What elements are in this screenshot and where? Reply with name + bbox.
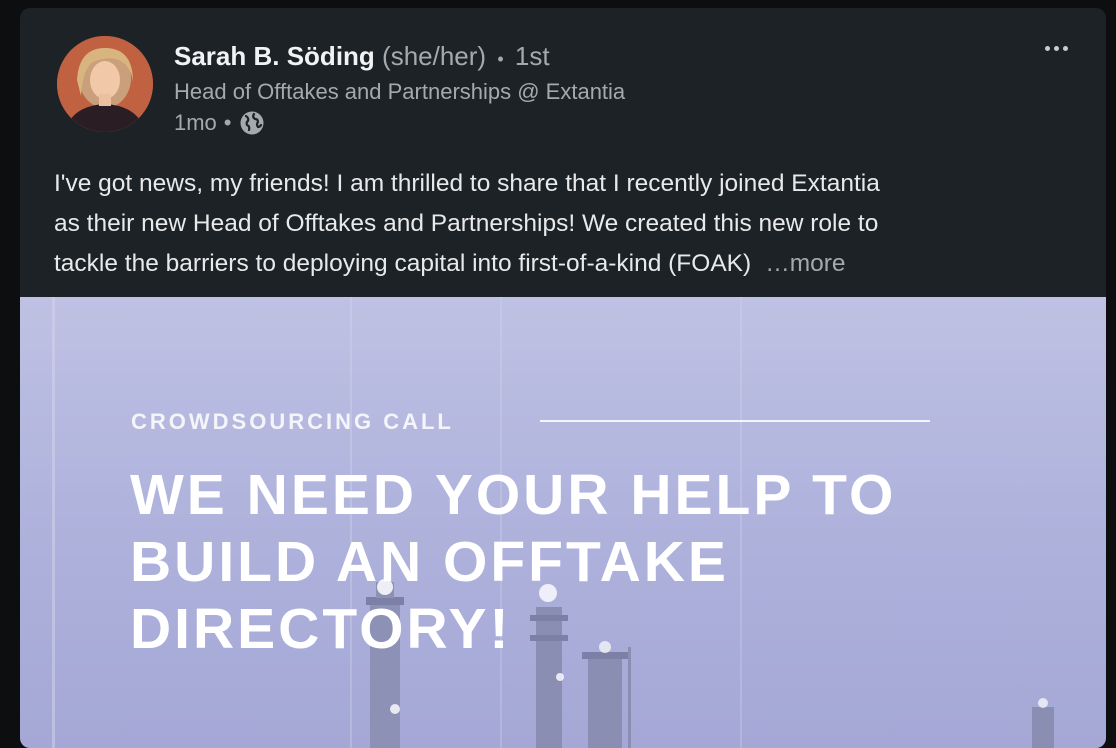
post-age[interactable]: 1mo [174,110,217,136]
media-headline-line: DIRECTORY! [130,597,512,661]
post-meta: 1mo • [174,110,265,136]
post-text-line-last: tackle the barriers to deploying capital… [54,244,1074,284]
post-card: Sarah B. Söding (she/her) • 1st Head of … [20,8,1106,748]
author-headline: Head of Offtakes and Partnerships @ Exta… [174,79,626,104]
post-text-line: as their new Head of Offtakes and Partne… [54,210,879,237]
eyebrow-divider [540,420,930,422]
connection-degree: 1st [514,41,550,71]
globe-icon [239,110,265,136]
post-text-line: tackle the barriers to deploying capital… [54,250,752,277]
see-more-link[interactable]: …more [765,250,845,277]
meta-separator: • [223,110,232,135]
author-avatar[interactable] [57,36,153,132]
post-text-line: I've got news, my friends! I am thrilled… [54,170,880,197]
post-body-text: I've got news, my friends! I am thrilled… [54,164,1074,284]
post-media-image[interactable]: CROWDSOURCING CALL WE NEED YOUR HELP TO … [20,297,1106,748]
connection-separator: • [497,49,504,69]
media-headline-line: BUILD AN OFFTAKE [130,530,729,594]
post-header: Sarah B. Söding (she/her) • 1st Head of … [20,8,1106,148]
media-headline: WE NEED YOUR HELP TO BUILD AN OFFTAKE DI… [130,462,1010,663]
media-headline-line: WE NEED YOUR HELP TO [130,463,897,527]
author-name-row: Sarah B. Söding (she/her) • 1st [174,41,550,72]
media-eyebrow: CROWDSOURCING CALL [131,409,454,434]
author-pronouns: (she/her) [382,41,487,71]
more-options-icon[interactable] [1034,36,1078,60]
avatar-photo [57,36,153,132]
author-name[interactable]: Sarah B. Söding [174,41,375,71]
